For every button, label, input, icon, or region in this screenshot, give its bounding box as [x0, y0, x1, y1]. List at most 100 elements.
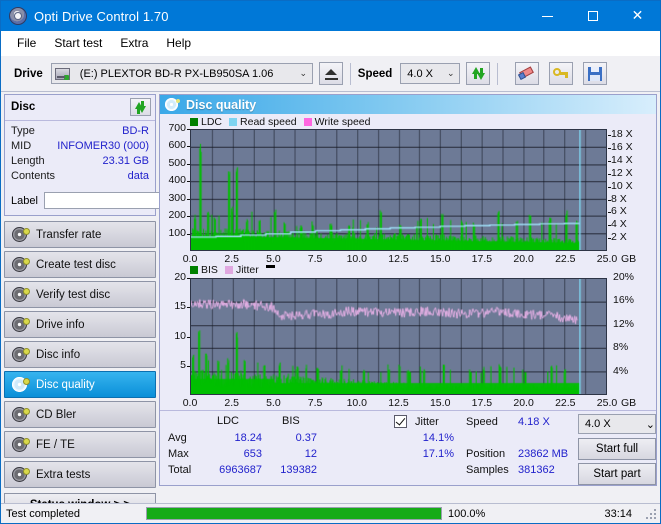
ldc-y-tick-left: 400 [168, 174, 186, 187]
legend-swatch [224, 266, 233, 274]
speed-label: Speed [357, 67, 393, 80]
chevron-down-icon: ⌄ [299, 68, 308, 79]
eject-button[interactable] [318, 62, 343, 85]
bis-chart-legend: BIS Jitter [190, 264, 285, 276]
stats-speed-label: Speed [466, 416, 498, 428]
app-disc-icon [9, 7, 27, 25]
sidebar-item-disc-quality[interactable]: Disc quality [4, 371, 156, 398]
sidebar-item-fe-te[interactable]: FE / TE [4, 431, 156, 458]
disc-icon [12, 467, 29, 482]
sidebar-item-transfer-rate[interactable]: Transfer rate [4, 221, 156, 248]
bis-jitter-chart-plot[interactable] [190, 278, 607, 395]
disc-icon [12, 227, 29, 242]
legend-entry-write-speed: Write speed [303, 116, 371, 128]
refresh-button[interactable] [466, 62, 491, 85]
tick-mark [187, 146, 190, 148]
bis-y-tick-left: 15 [174, 300, 186, 313]
drive-select[interactable]: (E:) PLEXTOR BD-R PX-LB950SA 1.06 ⌄ [50, 63, 313, 84]
legend-entry-jitter: Jitter [224, 264, 259, 276]
tick-mark [608, 173, 611, 175]
status-message: Test completed [6, 507, 80, 520]
ldc-x-tick: 12.5 [388, 253, 409, 265]
stats-position-label: Position [466, 448, 506, 460]
ldc-x-tick: 20.0 [513, 253, 534, 265]
ldc-chart-legend: LDC Read speed Write speed [190, 116, 378, 128]
sidebar-item-label: FE / TE [36, 438, 75, 451]
sidebar-nav: Transfer rate Create test disc Verify te… [4, 221, 156, 488]
disc-length-value: 23.31 GB [102, 155, 149, 167]
tick-mark [187, 129, 190, 130]
disc-icon [12, 287, 29, 302]
legend-swatch [303, 118, 312, 126]
sidebar-item-label: Extra tests [36, 468, 91, 481]
body: Disc Type BD-R MID INFOMER30 (000) Lengt… [1, 92, 660, 516]
stats-position-value: 23862 MB [518, 448, 569, 460]
erase-button[interactable] [515, 62, 540, 85]
minimize-button[interactable] [525, 1, 570, 31]
disc-icon [12, 257, 29, 272]
disc-row-contents: Contents data [11, 169, 149, 184]
menu-item-file[interactable]: File [8, 33, 45, 53]
sidebar-item-label: Transfer rate [36, 228, 102, 241]
menu-item-extra[interactable]: Extra [111, 33, 157, 53]
toolbar-divider-2 [497, 62, 499, 85]
drive-select-value: (E:) PLEXTOR BD-R PX-LB950SA 1.06 [79, 67, 274, 80]
disc-mid-label: MID [11, 140, 32, 152]
stats-panel: LDC BIS Avg Max Total 18.24 653 6963687 … [160, 410, 656, 485]
ldc-y-tick-left: 100 [168, 226, 186, 239]
app-window: Opti Drive Control 1.70 ✕ File Start tes… [0, 0, 661, 524]
ldc-chart-plot[interactable] [190, 129, 607, 251]
stats-bis-max: 12 [304, 448, 317, 460]
bis-x-tick: 15.0 [429, 397, 451, 409]
legend-label: LDC [201, 116, 223, 128]
progress-bar [146, 507, 442, 520]
stats-ldc-total: 6963687 [219, 464, 262, 476]
sidebar-item-cd-bler[interactable]: CD Bler [4, 401, 156, 428]
ldc-y-tick-left: 700 [168, 122, 186, 134]
test-speed-select[interactable]: 4.0 X ⌄ [578, 414, 656, 434]
tick-mark [608, 238, 611, 240]
disc-icon [12, 347, 29, 362]
sidebar-item-drive-info[interactable]: Drive info [4, 311, 156, 338]
speed-select[interactable]: 4.0 X ⌄ [400, 63, 461, 84]
stats-ldc-avg: 18.24 [234, 432, 262, 444]
tick-mark [187, 336, 190, 338]
close-button[interactable]: ✕ [615, 1, 660, 31]
disc-info-rows: Type BD-R MID INFOMER30 (000) Length 23.… [5, 121, 155, 188]
maximize-button[interactable] [570, 1, 615, 31]
tick-mark [608, 225, 611, 227]
start-full-button[interactable]: Start full [578, 438, 656, 460]
tick-mark [187, 307, 190, 309]
menu-item-start-test[interactable]: Start test [45, 33, 111, 53]
sidebar-item-disc-info[interactable]: Disc info [4, 341, 156, 368]
sidebar-item-label: Drive info [36, 318, 85, 331]
jitter-checkbox[interactable] [394, 415, 407, 428]
bis-x-tick: 10.0 [346, 397, 368, 409]
sidebar-item-create-test-disc[interactable]: Create test disc [4, 251, 156, 278]
sidebar-item-verify-test-disc[interactable]: Verify test disc [4, 281, 156, 308]
key-icon [553, 67, 569, 81]
sidebar-item-extra-tests[interactable]: Extra tests [4, 461, 156, 488]
disc-refresh-button[interactable] [130, 98, 151, 116]
sidebar-item-label: Create test disc [36, 258, 116, 271]
stats-ldc-max: 653 [243, 448, 262, 460]
legend-swatch [229, 118, 238, 126]
ldc-y-tick-left: 600 [168, 139, 186, 152]
bis-x-tick: 7.5 [307, 397, 323, 409]
start-part-button[interactable]: Start part [578, 463, 656, 485]
disc-contents-label: Contents [11, 170, 56, 182]
ldc-x-tick: 7.5 [307, 253, 323, 265]
save-button[interactable] [583, 62, 608, 85]
read-speed-y-tick-right: 8 X [611, 192, 627, 205]
key-button[interactable] [549, 62, 574, 85]
eraser-icon [517, 65, 535, 80]
bis-x-tick: 25.0 [596, 397, 618, 409]
legend-label: Write speed [314, 116, 371, 128]
tick-mark [608, 161, 611, 163]
resize-grip[interactable] [646, 509, 657, 520]
disc-quality-icon [165, 98, 180, 111]
ldc-x-tick: 15.0 [429, 253, 451, 265]
menu-item-help[interactable]: Help [157, 33, 200, 53]
window-title: Opti Drive Control 1.70 [34, 8, 169, 24]
jitter-y-tick-right: 8% [613, 341, 629, 354]
